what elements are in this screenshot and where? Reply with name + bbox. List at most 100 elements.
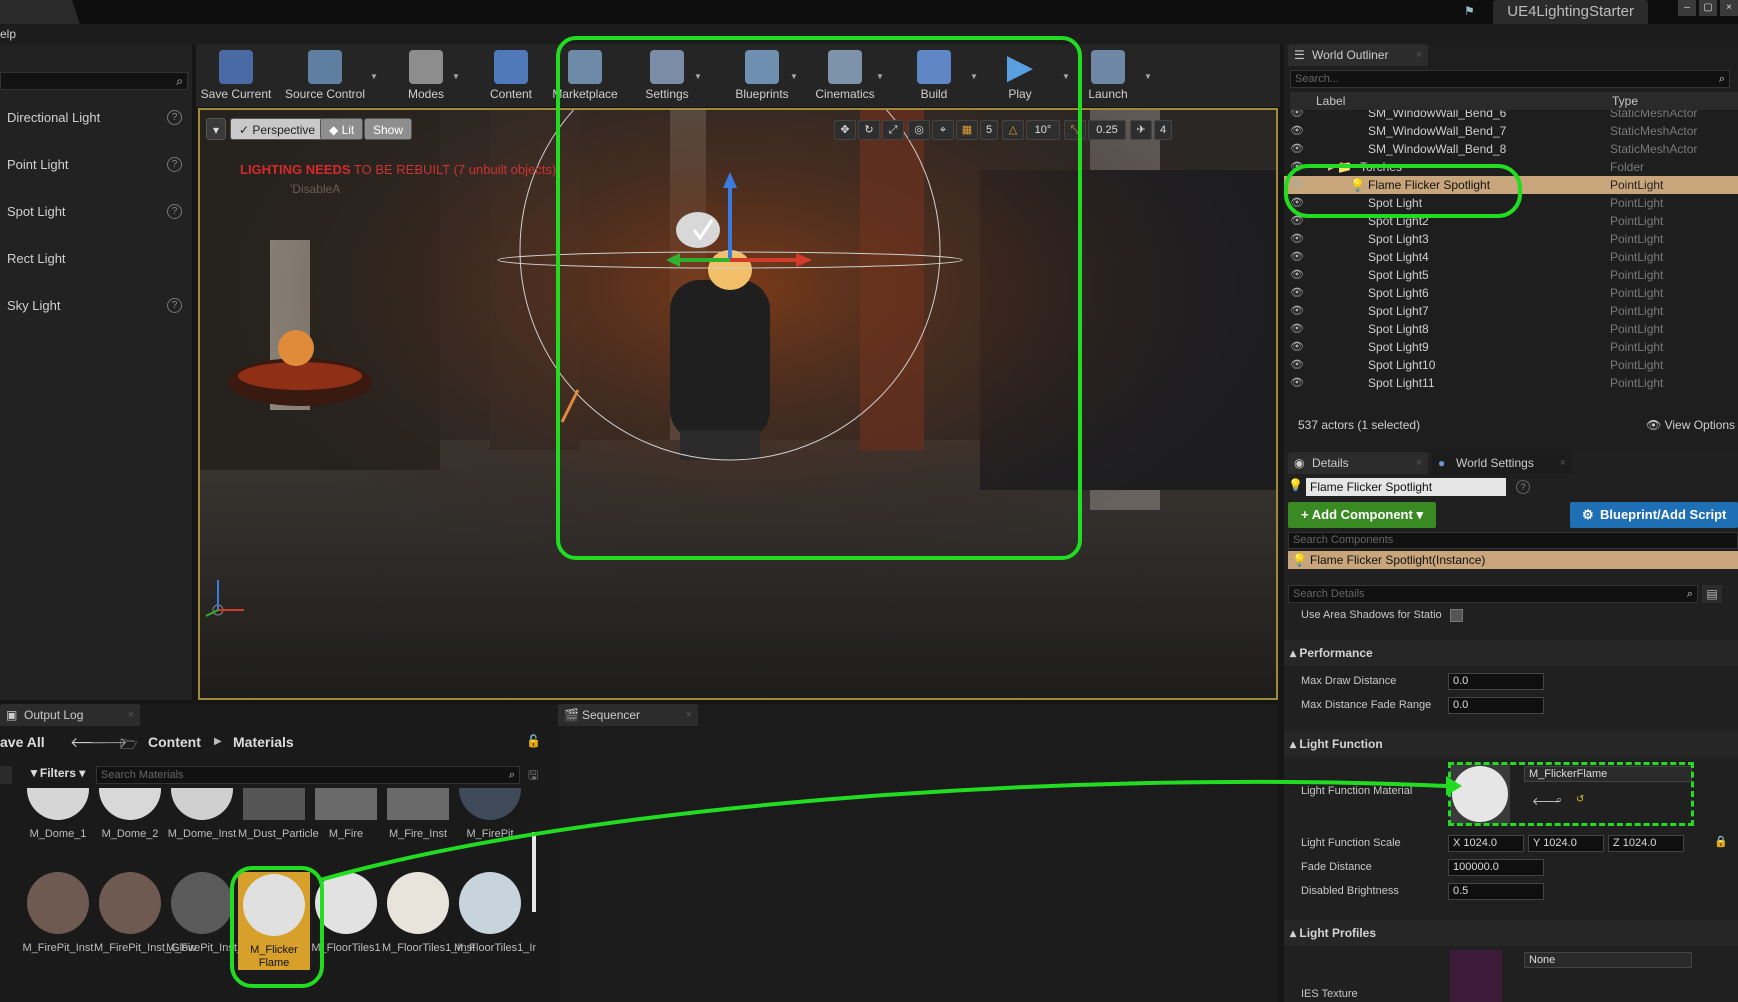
scale-snap-value[interactable]: 0.25	[1088, 120, 1126, 140]
menu-help[interactable]: elp	[0, 27, 16, 41]
minimize-icon[interactable]: –	[1678, 0, 1696, 16]
chevron-down-icon[interactable]: ▼	[694, 72, 702, 81]
eye-icon[interactable]: 👁	[1290, 374, 1304, 392]
scale-icon[interactable]: ⤢	[882, 120, 904, 140]
scale-z-field[interactable]: Z 1024.0	[1608, 835, 1684, 852]
eye-icon[interactable]: 👁	[1290, 140, 1304, 158]
eye-icon[interactable]: 👁	[1290, 176, 1304, 194]
asset-tile[interactable]: M_FirePit_Inst	[22, 872, 94, 955]
chevron-down-icon[interactable]: ▼	[970, 72, 978, 81]
eye-icon[interactable]: 👁	[1290, 302, 1304, 320]
sources-toggle[interactable]	[0, 766, 12, 784]
eye-icon[interactable]: 👁	[1290, 356, 1304, 374]
outliner-row[interactable]: 👁 Spot Light10 PointLight	[1284, 356, 1738, 374]
save-all-button[interactable]: ave All	[0, 734, 45, 750]
asset-tile[interactable]: M_Dust_Particle	[238, 788, 319, 841]
ies-texture-combo[interactable]: None	[1524, 952, 1692, 968]
outliner-search-input[interactable]: Search... ⌕	[1290, 70, 1730, 88]
eye-icon[interactable]: 👁	[1290, 320, 1304, 338]
chevron-down-icon[interactable]: ▼	[876, 72, 884, 81]
outliner-row[interactable]: 👁 Spot Light3 PointLight	[1284, 230, 1738, 248]
place-item-spot-light[interactable]: Spot Light?	[0, 192, 188, 232]
tab-output-log[interactable]: ▣ Output Log ×	[0, 704, 140, 726]
scale-x-field[interactable]: X 1024.0	[1448, 835, 1524, 852]
blueprint-add-script-button[interactable]: ⚙ Blueprint/Add Script	[1570, 502, 1738, 528]
source-control-icon[interactable]: ⚑	[1464, 4, 1478, 18]
outliner-row[interactable]: 👁 Spot Light4 PointLight	[1284, 248, 1738, 266]
asset-tile[interactable]: M_Dome_2	[94, 788, 166, 841]
rotation-snap-value[interactable]: 10°	[1026, 120, 1060, 140]
lock-icon[interactable]: 🔒	[1714, 835, 1728, 848]
camera-speed-icon[interactable]: ✈	[1130, 120, 1152, 140]
cinematics-button[interactable]: Cinematics	[810, 50, 880, 106]
search-materials-input[interactable]: Search Materials ⌕	[96, 766, 520, 784]
close-icon[interactable]: ×	[1416, 452, 1422, 474]
eye-icon[interactable]: 👁	[1290, 158, 1304, 176]
section-light-function[interactable]: ▴ Light Function	[1284, 731, 1738, 757]
close-icon[interactable]: ×	[1720, 0, 1738, 16]
actor-name-field[interactable]: Flame Flicker Spotlight	[1306, 478, 1506, 496]
breadcrumb-content[interactable]: Content	[148, 734, 201, 750]
camera-speed-value[interactable]: 4	[1154, 120, 1172, 140]
scale-snap-icon[interactable]: ⤡	[1064, 120, 1086, 140]
outliner-row[interactable]: 👁 Spot Light5 PointLight	[1284, 266, 1738, 284]
asset-tile[interactable]: M_FloorTiles1	[310, 872, 382, 955]
add-component-button[interactable]: + Add Component ▾	[1288, 502, 1436, 528]
tab-world-settings[interactable]: ● World Settings ×	[1432, 452, 1572, 474]
breadcrumb-materials[interactable]: Materials	[233, 734, 294, 750]
chevron-down-icon[interactable]: ▼	[1062, 72, 1070, 81]
chevron-down-icon[interactable]: ▼	[452, 72, 460, 81]
scale-y-field[interactable]: Y 1024.0	[1528, 835, 1604, 852]
ies-thumbnail[interactable]	[1450, 950, 1502, 1002]
level-viewport[interactable]: ▾ ✓ Perspective ◆ Lit Show LIGHTING NEED…	[198, 108, 1278, 700]
source-control-button[interactable]: Source Control	[282, 50, 368, 106]
save-search-icon[interactable]: 🖫	[528, 766, 538, 787]
play-button[interactable]: ▶ Play	[996, 50, 1044, 106]
close-icon[interactable]: ×	[1560, 452, 1566, 474]
eye-icon[interactable]: 👁	[1290, 230, 1304, 248]
view-options-button[interactable]: 👁 View Options	[1646, 418, 1735, 432]
place-item-point-light[interactable]: Point Light?	[0, 145, 188, 185]
help-icon[interactable]: ?	[167, 298, 182, 313]
disabled-brightness-field[interactable]: 0.5	[1448, 883, 1544, 900]
launch-button[interactable]: Launch	[1082, 50, 1134, 106]
marketplace-button[interactable]: Marketplace	[548, 50, 622, 106]
chevron-down-icon[interactable]: ▼	[790, 72, 798, 81]
world-icon[interactable]: ◎	[908, 120, 930, 140]
translate-icon[interactable]: ✥	[834, 120, 856, 140]
column-label[interactable]: Label	[1316, 92, 1345, 110]
tab-sequencer[interactable]: 🎬 Sequencer ×	[558, 704, 698, 726]
search-details-input[interactable]: Search Details ⌕	[1288, 585, 1698, 603]
eye-icon[interactable]: 👁	[1290, 284, 1304, 302]
asset-tile[interactable]: M_FloorTiles1_Inst	[382, 872, 475, 955]
eye-icon[interactable]: 👁	[1290, 248, 1304, 266]
viewport-options-button[interactable]: ▾	[206, 118, 226, 140]
editor-tab[interactable]	[0, 0, 80, 24]
close-icon[interactable]: ×	[1416, 44, 1422, 66]
search-components-input[interactable]: Search Components	[1288, 532, 1738, 549]
use-area-shadows-checkbox[interactable]	[1450, 609, 1463, 622]
rotation-snap-icon[interactable]: △	[1002, 120, 1024, 140]
eye-icon[interactable]: 👁	[1290, 212, 1304, 230]
build-button[interactable]: Build	[908, 50, 960, 106]
rotate-icon[interactable]: ↻	[858, 120, 880, 140]
chevron-down-icon[interactable]: ▼	[370, 72, 378, 81]
modes-button[interactable]: Modes	[396, 50, 456, 106]
help-icon[interactable]: ?	[167, 204, 182, 219]
outliner-row[interactable]: 👁 Spot Light8 PointLight	[1284, 320, 1738, 338]
column-type[interactable]: Type	[1612, 92, 1638, 110]
outliner-row[interactable]: 👁 Spot Light6 PointLight	[1284, 284, 1738, 302]
asset-tile[interactable]: M_FirePit_Inst_Glow	[94, 872, 196, 955]
help-icon[interactable]: ?	[167, 157, 182, 172]
modes-search-input[interactable]: ⌕	[0, 72, 188, 90]
maximize-icon[interactable]: ▢	[1699, 0, 1717, 16]
section-light-profiles[interactable]: ▴ Light Profiles	[1284, 920, 1738, 946]
section-performance[interactable]: ▴ Performance	[1284, 640, 1738, 666]
tab-world-outliner[interactable]: ☰ World Outliner ×	[1288, 44, 1428, 66]
lit-button[interactable]: ◆ Lit	[320, 118, 364, 140]
outliner-folder-row[interactable]: 👁 ▸ 📁 Torches Folder	[1284, 158, 1738, 176]
content-button[interactable]: Content	[478, 50, 544, 106]
lock-icon[interactable]: 🔓	[526, 734, 541, 748]
place-item-rect-light[interactable]: Rect Light	[0, 239, 188, 279]
help-icon[interactable]: ?	[167, 110, 182, 125]
